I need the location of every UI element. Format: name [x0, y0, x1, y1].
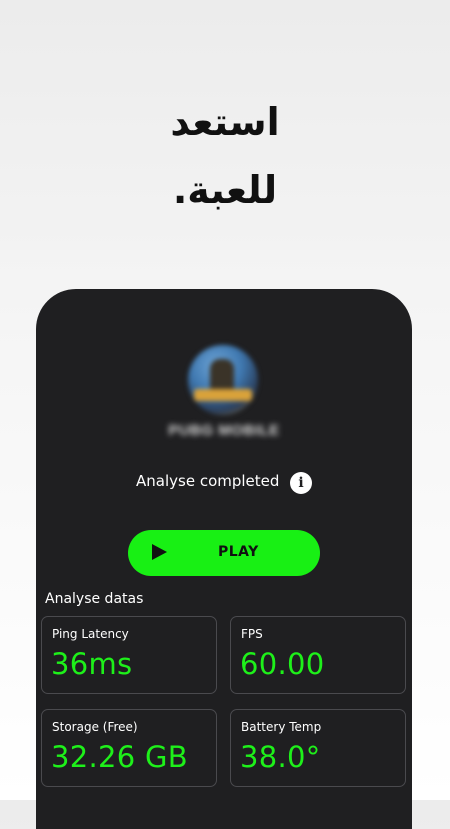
play-button-label: PLAY [218, 544, 259, 560]
metric-card-battery-temp: Battery Temp 38.0° [230, 709, 406, 787]
metric-card-fps: FPS 60.00 [230, 616, 406, 694]
metric-value: 36ms [51, 647, 133, 681]
status-row: Analyse completed i [36, 471, 412, 495]
headline-line-1: استعد [170, 100, 280, 144]
status-text: Analyse completed [136, 472, 280, 490]
metric-card-storage-free: Storage (Free) 32.26 GB [41, 709, 217, 787]
headline: استعد للعبة. [0, 88, 450, 224]
headline-line-2: للعبة. [172, 168, 278, 212]
analysis-section-title: Analyse datas [45, 591, 144, 607]
metric-value: 38.0° [240, 740, 321, 774]
pubg-game-icon [188, 345, 258, 415]
game-icon-figure [210, 359, 234, 393]
metric-label: Battery Temp [241, 720, 322, 734]
metric-card-ping-latency: Ping Latency 36ms [41, 616, 217, 694]
metric-label: Storage (Free) [52, 720, 138, 734]
metric-value: 60.00 [240, 647, 325, 681]
game-name: PUBG MOBILE [168, 422, 280, 439]
metric-label: FPS [241, 627, 263, 641]
metric-label: Ping Latency [52, 627, 129, 641]
play-button[interactable]: PLAY [128, 530, 320, 576]
phone-screen-panel: PUBG MOBILE Analyse completed i PLAY Ana… [36, 289, 412, 829]
game-icon-banner [194, 389, 252, 401]
metric-value: 32.26 GB [51, 740, 189, 774]
play-icon [152, 544, 167, 560]
info-icon[interactable]: i [290, 472, 312, 494]
